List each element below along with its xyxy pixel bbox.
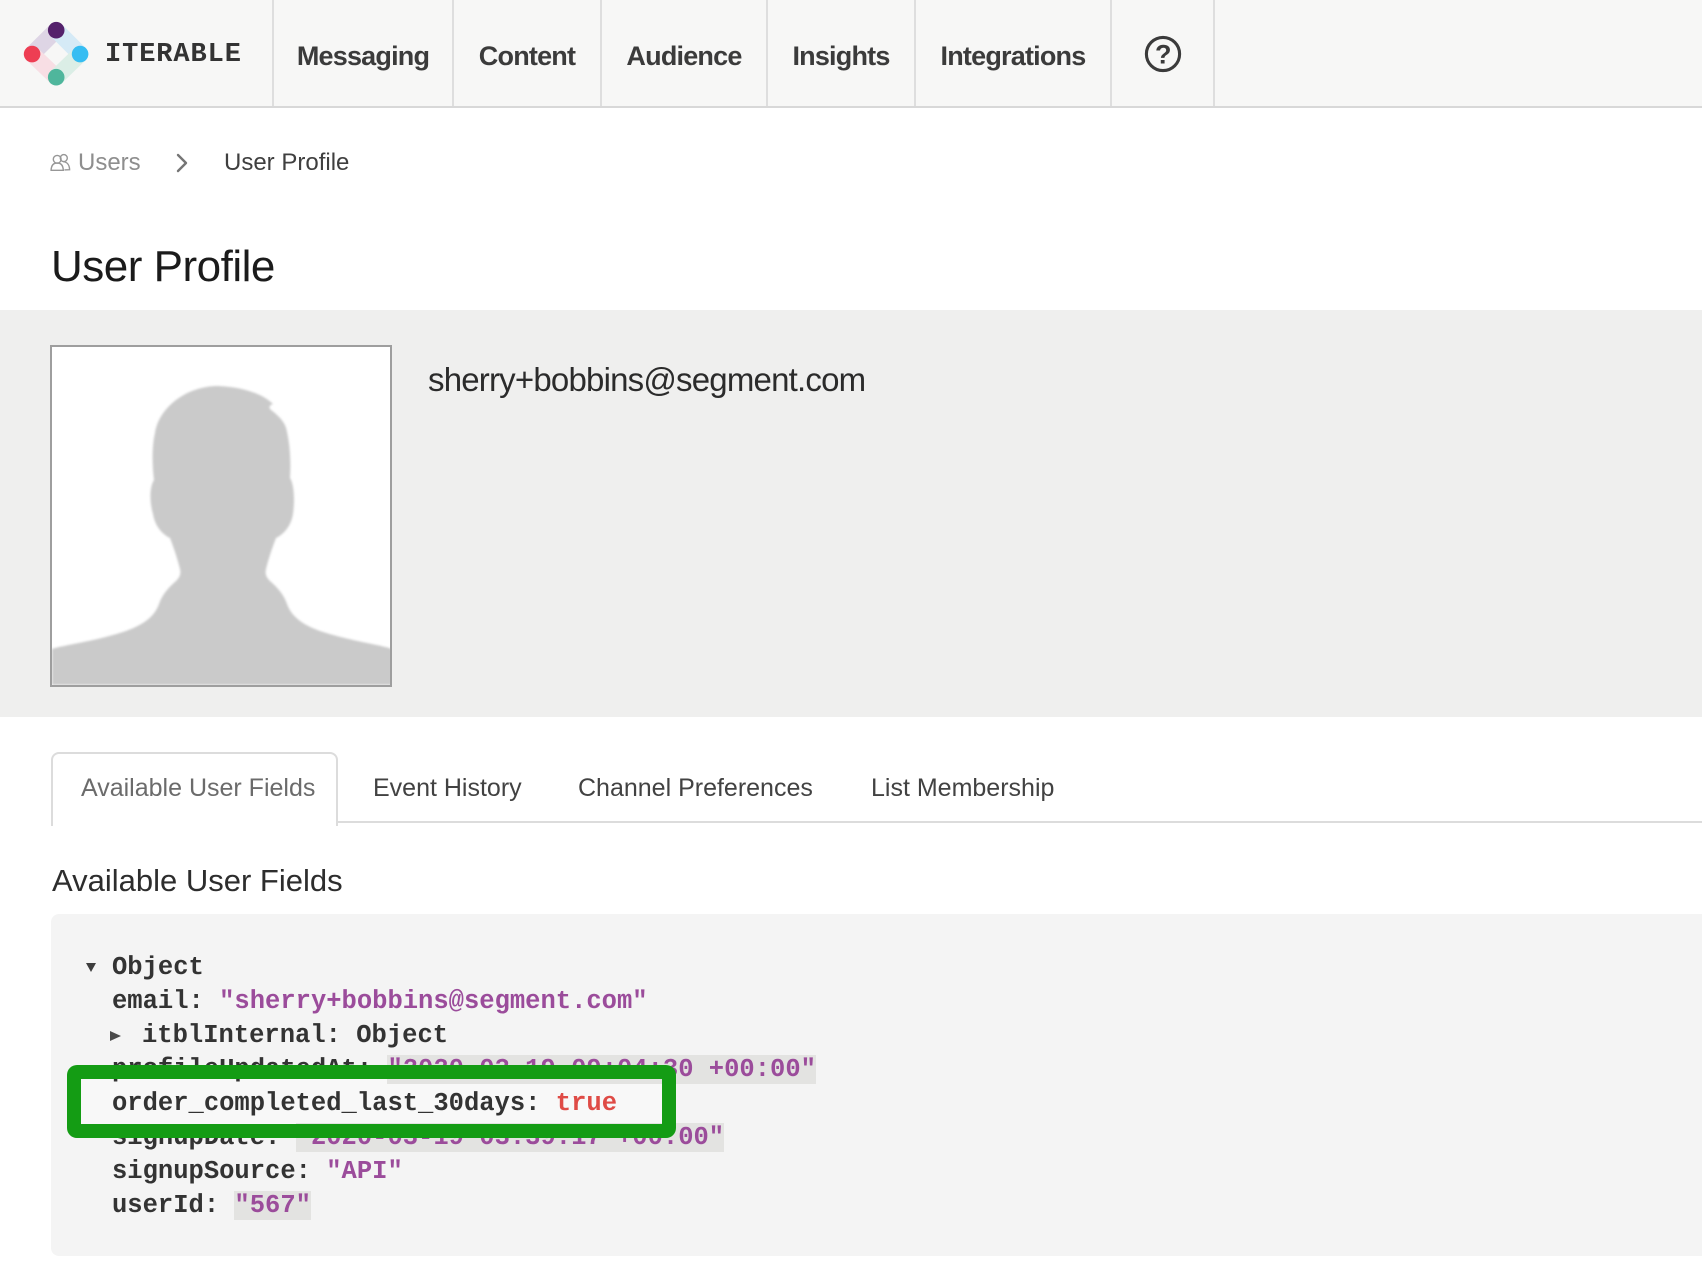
svg-text:?: ? [1155,40,1172,70]
